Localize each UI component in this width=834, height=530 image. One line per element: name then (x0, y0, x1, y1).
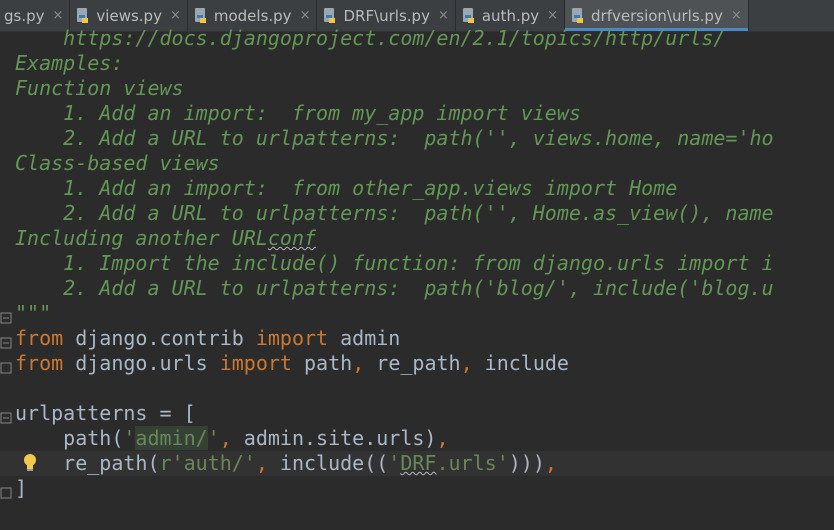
tab-label: views.py (96, 6, 162, 25)
string-token: admin/ (135, 426, 208, 450)
code-line-13: from django.contrib import admin (15, 326, 400, 351)
code-token: django.contrib (63, 326, 256, 350)
python-file-icon (324, 7, 336, 23)
code-token: django.urls (63, 351, 220, 375)
keyword-token: import (219, 351, 292, 375)
code-line-8: 2. Add a URL to urlpatterns: path('', Ho… (15, 201, 774, 225)
punctuation-token: , (544, 451, 557, 475)
tab-label: auth.py (481, 6, 540, 25)
tab-label: gs.py (4, 6, 45, 25)
code-token: admin.site.urls) (231, 426, 437, 450)
code-line-6: Class-based views (15, 151, 220, 175)
spelling-squiggle-token: conf (267, 226, 317, 250)
fold-marker-icon[interactable] (0, 412, 12, 424)
python-file-icon (572, 7, 584, 23)
code-line-12: """ (15, 301, 52, 325)
code-token: path( (15, 426, 124, 450)
close-icon[interactable]: × (438, 8, 449, 23)
string-token: ' (123, 426, 136, 450)
fold-marker-icon[interactable] (0, 337, 12, 349)
fold-marker-icon[interactable] (0, 362, 12, 374)
string-token: .urls (436, 451, 497, 475)
code-token: admin (328, 326, 401, 350)
punctuation-token: , (352, 351, 365, 375)
punctuation-token: , (460, 351, 473, 375)
punctuation-token: , (219, 426, 232, 450)
fold-marker-icon[interactable] (0, 312, 12, 324)
close-icon[interactable]: × (170, 8, 181, 23)
tab-label: drfversion\urls.py (591, 6, 723, 25)
close-icon[interactable]: × (731, 8, 742, 23)
code-line-19: ] (15, 476, 28, 500)
tab-label: models.py (213, 6, 292, 25)
string-token: r'auth/' (159, 451, 256, 475)
tab-label: DRF\urls.py (343, 6, 430, 25)
code-token: include(( (267, 451, 389, 475)
fold-marker-icon[interactable] (0, 487, 12, 499)
keyword-token: from (15, 351, 64, 375)
code-token: ))) (508, 451, 545, 475)
close-icon[interactable]: × (547, 8, 558, 23)
python-file-icon (462, 7, 474, 23)
code-line-1: https://docs.djangoproject.com/en/2.1/to… (15, 26, 726, 50)
code-line-7: 1. Add an import: from other_app.views i… (15, 176, 678, 200)
code-editor[interactable]: https://docs.djangoproject.com/en/2.1/to… (0, 26, 834, 530)
code-token: Including another URL (15, 226, 268, 250)
code-token: re_path (364, 351, 461, 375)
close-icon[interactable]: × (53, 8, 64, 23)
code-token: path (291, 351, 353, 375)
code-line-16: urlpatterns = [ (15, 401, 196, 425)
string-token: ' (388, 451, 401, 475)
code-line-4: 1. Add an import: from my_app import vie… (15, 101, 581, 125)
code-line-11: 2. Add a URL to urlpatterns: path('blog/… (15, 276, 774, 300)
string-token: ' (496, 451, 509, 475)
punctuation-token: , (436, 426, 449, 450)
spelling-squiggle-token: DRF (400, 451, 437, 475)
punctuation-token: , (255, 451, 268, 475)
keyword-token: from (15, 326, 64, 350)
code-line-14: from django.urls import path, re_path, i… (15, 351, 569, 376)
code-line-17: path('admin/', admin.site.urls), (15, 426, 449, 451)
python-file-icon (77, 7, 89, 23)
string-token: ' (207, 426, 220, 450)
code-line-5: 2. Add a URL to urlpatterns: path('', vi… (15, 126, 774, 150)
keyword-token: import (255, 326, 329, 350)
code-line-18: re_path(r'auth/', include(('DRF.urls')))… (15, 451, 557, 476)
code-line-9: Including another URLconf (15, 226, 316, 251)
code-line-10: 1. Import the include() function: from d… (15, 251, 774, 275)
python-file-icon (194, 7, 206, 23)
code-line-3: Function views (15, 76, 184, 100)
lightbulb-icon[interactable] (22, 453, 38, 473)
code-token: include (472, 351, 569, 375)
code-line-2: Examples: (15, 51, 124, 75)
close-icon[interactable]: × (300, 8, 311, 23)
